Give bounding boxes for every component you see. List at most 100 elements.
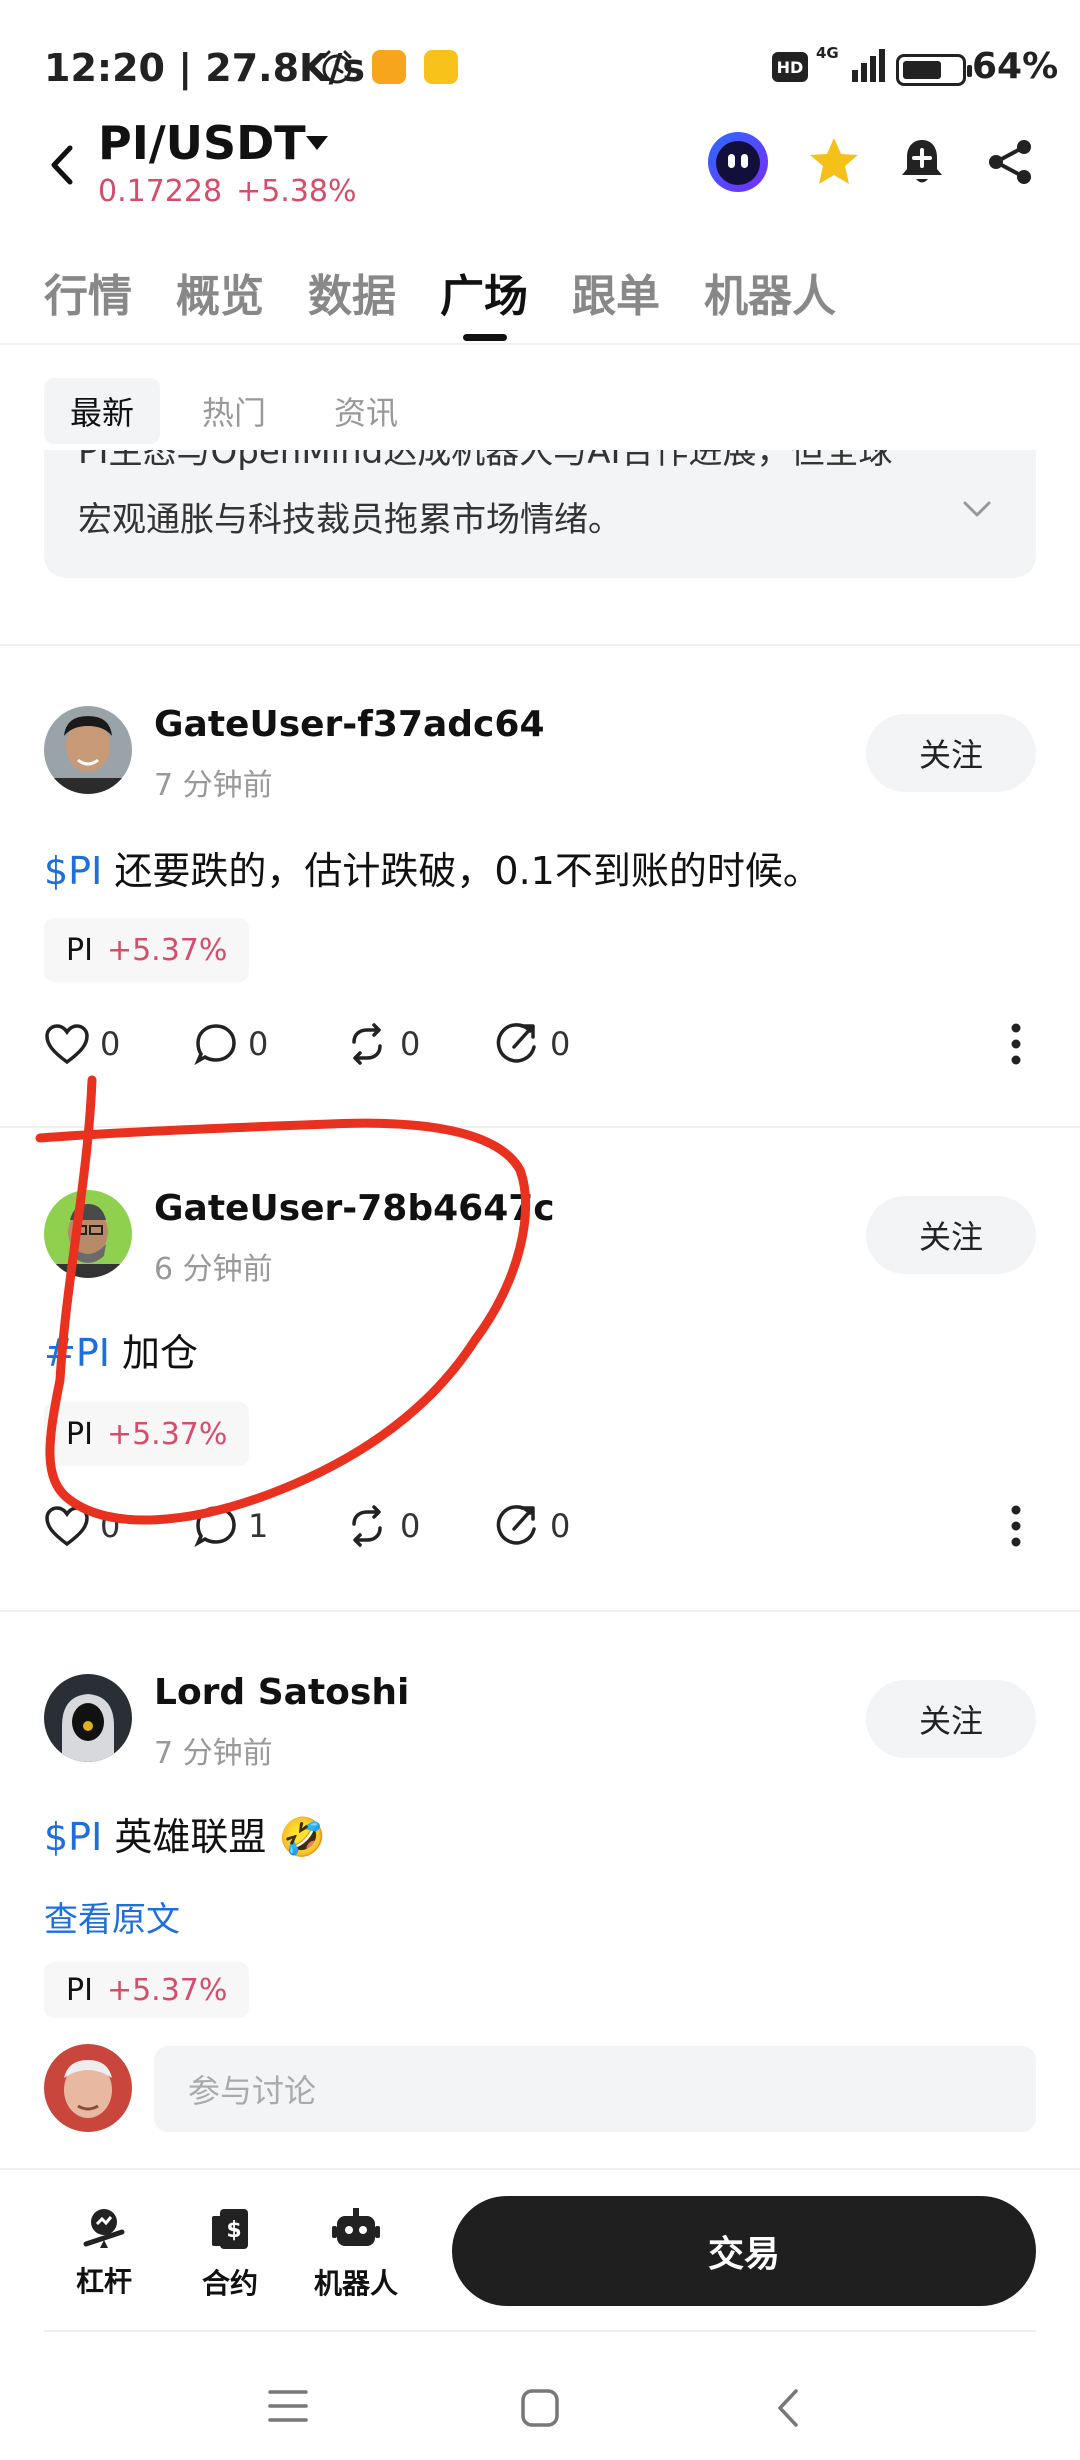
comment-count: 1 <box>248 1507 269 1545</box>
notification-app-icon <box>372 50 406 84</box>
nav-contract-label: 合约 <box>201 2267 258 2300</box>
repost-icon <box>352 1023 382 1065</box>
robot-icon <box>332 2208 380 2246</box>
avatar[interactable] <box>44 1190 132 1278</box>
ticker-chip[interactable]: PI +5.37% <box>44 1402 250 1466</box>
ticker-chip[interactable]: PI +5.37% <box>44 1962 250 2018</box>
battery-percent: 64% <box>972 46 1059 87</box>
repost-count: 0 <box>400 1507 421 1545</box>
price-change: +5.38% <box>236 174 357 209</box>
heart-icon <box>45 1024 89 1065</box>
battery-icon <box>896 54 972 86</box>
tab-data[interactable]: 数据 <box>308 260 396 324</box>
chip-change: +5.37% <box>106 1416 228 1452</box>
repost-button[interactable]: 0 <box>344 1014 420 1074</box>
svg-text:$: $ <box>226 2218 241 2243</box>
ticker-chip[interactable]: PI +5.37% <box>44 918 250 982</box>
share-icon[interactable] <box>978 130 1042 194</box>
tab-square[interactable]: 广场 <box>440 260 528 324</box>
comment-input[interactable]: 参与讨论 <box>154 2046 1036 2132</box>
pair-title[interactable]: PI/USDT <box>98 116 306 170</box>
summary-line-1: PI生态与OpenMind达成机器人与AI合作进展，但全球 <box>78 450 893 472</box>
tab-overview[interactable]: 概览 <box>176 260 264 324</box>
post-text: 还要跌的，估计跌破，0.1不到账的时候。 <box>102 849 821 893</box>
star-icon[interactable] <box>802 130 866 194</box>
post-divider <box>0 1610 1080 1612</box>
post-username[interactable]: GateUser-78b4647c <box>154 1188 555 1229</box>
app-header: PI/USDT 0.17228 +5.38% <box>0 110 1080 220</box>
follow-button[interactable]: 关注 <box>866 1196 1036 1274</box>
back-icon[interactable] <box>776 2388 800 2428</box>
post-username[interactable]: Lord Satoshi <box>154 1672 409 1713</box>
signal-icon <box>852 49 885 82</box>
avatar[interactable] <box>44 1674 132 1762</box>
nav-robot[interactable]: 机器人 <box>306 2206 406 2302</box>
avatar[interactable] <box>44 706 132 794</box>
menu-icon[interactable] <box>268 2388 308 2424</box>
like-button[interactable]: 0 <box>44 1014 120 1074</box>
comment-count: 0 <box>248 1025 269 1063</box>
post-content[interactable]: $PI 还要跌的，估计跌破，0.1不到账的时候。 <box>44 840 821 895</box>
chip-symbol: PI <box>66 932 93 968</box>
more-options-icon[interactable] <box>1010 1022 1022 1066</box>
post-hashtag[interactable]: $PI <box>44 849 102 893</box>
heart-icon <box>45 1506 89 1547</box>
post-actions: 0 1 0 0 <box>44 1496 1044 1556</box>
nav-leverage-label: 杠杆 <box>75 2265 132 2298</box>
share-post-button[interactable]: 0 <box>494 1496 570 1556</box>
post-time: 6 分钟前 <box>154 1252 273 1287</box>
section-divider <box>0 644 1080 646</box>
post-divider <box>0 1126 1080 1128</box>
back-arrow-icon[interactable] <box>44 140 80 190</box>
my-avatar[interactable] <box>44 2044 132 2132</box>
post-time: 7 分钟前 <box>154 768 273 803</box>
post-time: 7 分钟前 <box>154 1736 273 1771</box>
follow-button[interactable]: 关注 <box>866 1680 1036 1758</box>
post-hashtag[interactable]: $PI <box>44 1815 102 1859</box>
post-content[interactable]: $PI 英雄联盟 🤣 <box>44 1806 326 1861</box>
subtab-latest[interactable]: 最新 <box>44 378 161 444</box>
nav-leverage[interactable]: 杠杆 <box>54 2206 154 2300</box>
home-icon[interactable] <box>520 2388 560 2428</box>
share-count: 0 <box>550 1507 571 1545</box>
more-options-icon[interactable] <box>1010 1504 1022 1548</box>
tab-copy-trading[interactable]: 跟单 <box>572 260 660 324</box>
post-username[interactable]: GateUser-f37adc64 <box>154 704 545 745</box>
price-line: 0.17228 +5.38% <box>98 174 371 209</box>
share-count: 0 <box>550 1025 571 1063</box>
main-tabs: 行情 概览 数据 广场 跟单 机器人 <box>0 250 1080 345</box>
network-type: 4G <box>816 44 839 62</box>
comment-icon <box>194 1024 236 1066</box>
bell-add-icon[interactable] <box>890 130 954 194</box>
alarm-icon <box>322 50 352 84</box>
comment-button[interactable]: 0 <box>194 1014 268 1074</box>
tab-robot[interactable]: 机器人 <box>704 260 836 324</box>
bot-mascot-icon[interactable] <box>706 130 770 194</box>
like-button[interactable]: 0 <box>44 1496 120 1556</box>
system-nav-bar <box>0 2360 1080 2460</box>
chip-symbol: PI <box>66 1416 93 1452</box>
post-text: 加仓 <box>109 1331 199 1375</box>
tab-market[interactable]: 行情 <box>44 260 132 324</box>
share-post-button[interactable]: 0 <box>494 1014 570 1074</box>
subtab-news[interactable]: 资讯 <box>308 378 424 444</box>
trade-button[interactable]: 交易 <box>452 2196 1036 2306</box>
chevron-down-icon[interactable] <box>962 500 992 518</box>
follow-button[interactable]: 关注 <box>866 714 1036 792</box>
comment-button[interactable]: 1 <box>194 1496 268 1556</box>
view-original-link[interactable]: 查看原文 <box>44 1892 180 1941</box>
chip-symbol: PI <box>66 1972 93 2008</box>
nav-robot-label: 机器人 <box>313 2267 398 2300</box>
summary-line-2: 宏观通胀与科技裁员拖累市场情绪。 <box>78 500 622 540</box>
subtab-hot[interactable]: 热门 <box>176 378 292 444</box>
post-text: 英雄联盟 🤣 <box>102 1815 326 1859</box>
repost-button[interactable]: 0 <box>344 1496 420 1556</box>
caret-down-icon[interactable] <box>304 134 330 152</box>
post-content[interactable]: #PI 加仓 <box>44 1322 198 1377</box>
nav-contract[interactable]: $ 合约 <box>180 2206 280 2302</box>
post-hashtag[interactable]: #PI <box>44 1331 110 1375</box>
hd-badge: HD <box>772 52 808 82</box>
ai-summary-card[interactable]: PI生态与OpenMind达成机器人与AI合作进展，但全球 宏观通胀与科技裁员拖… <box>44 450 1036 578</box>
like-count: 0 <box>100 1025 121 1063</box>
mail-notification-icon <box>424 50 458 84</box>
